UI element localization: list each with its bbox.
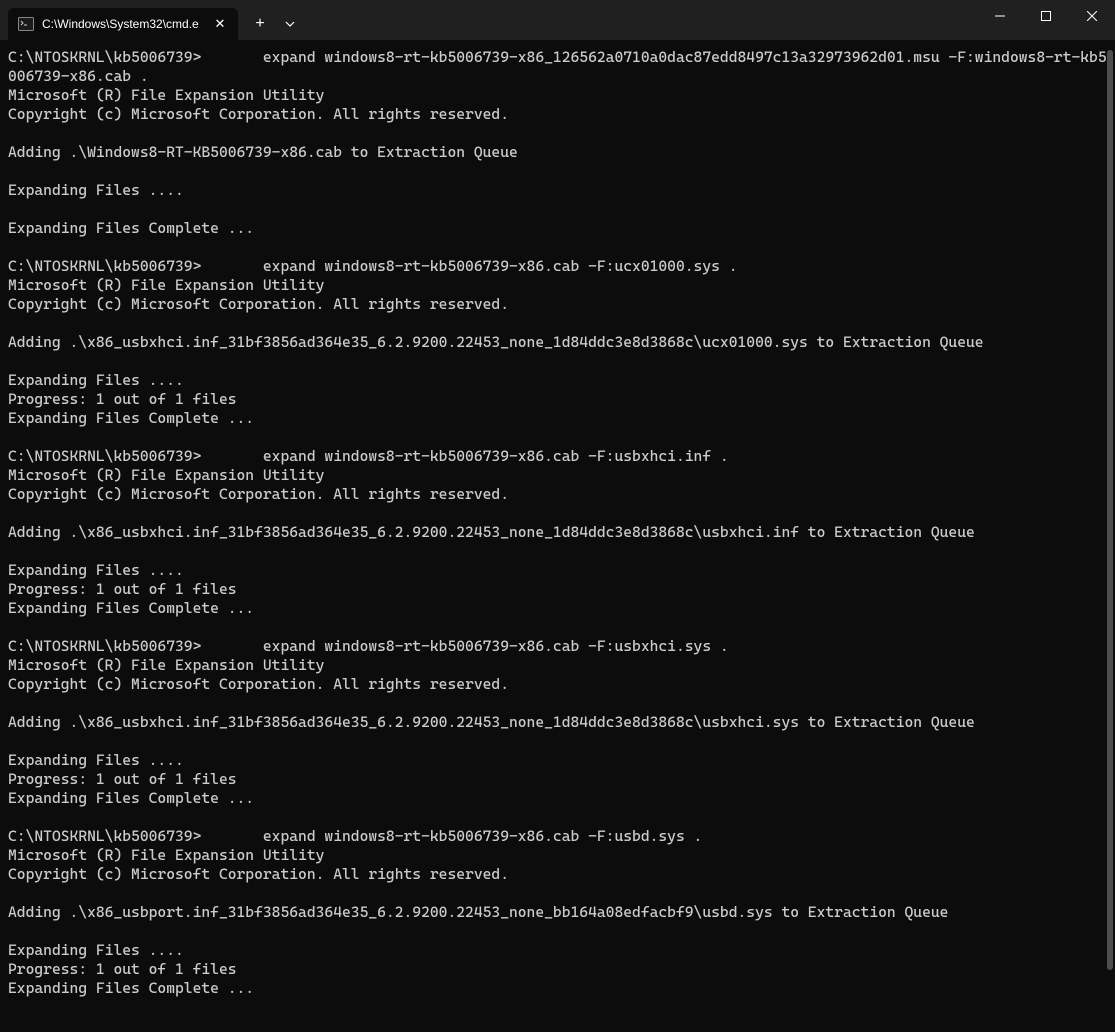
titlebar: C:\Windows\System32\cmd.e ✕ + [0, 0, 1115, 40]
scrollbar-thumb[interactable] [1107, 50, 1113, 970]
window-controls [977, 0, 1115, 32]
tab-close-button[interactable]: ✕ [212, 16, 228, 32]
tab-title: C:\Windows\System32\cmd.e [42, 17, 204, 31]
cmd-icon [18, 16, 34, 32]
new-tab-button[interactable]: + [244, 8, 276, 40]
close-button[interactable] [1069, 0, 1115, 32]
tab-cmd[interactable]: C:\Windows\System32\cmd.e ✕ [8, 8, 238, 40]
minimize-button[interactable] [977, 0, 1023, 32]
maximize-button[interactable] [1023, 0, 1069, 32]
tab-dropdown-button[interactable] [276, 8, 304, 40]
terminal-output[interactable]: C:\NTOSKRNL\kb5006739> expand windows8-r… [0, 40, 1115, 1032]
